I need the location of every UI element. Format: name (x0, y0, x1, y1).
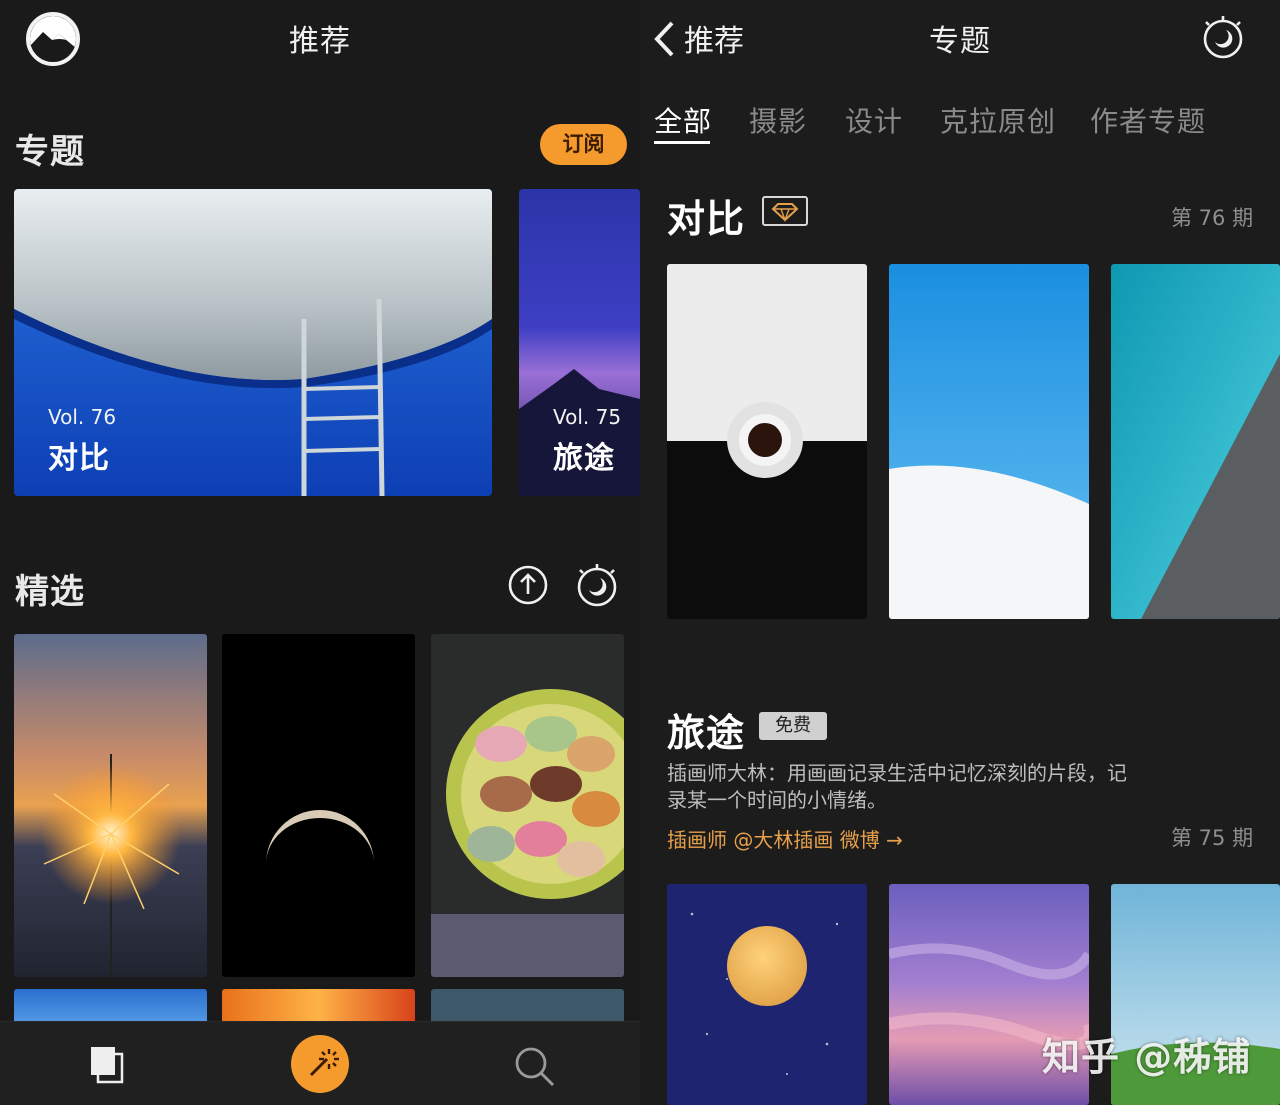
topic-title[interactable]: 旅途 (667, 702, 745, 757)
topic-description: 插画师大林：用画画记录生活中记忆深刻的片段，记录某一个时间的小情绪。 (667, 761, 1127, 812)
free-badge: 免费 (759, 712, 827, 740)
author-link[interactable]: 插画师 @大林插画 微博 → (667, 824, 903, 853)
bottom-tab-bar (0, 1021, 640, 1105)
subscribe-button[interactable]: 订阅 (540, 124, 627, 165)
topic-card-journey[interactable]: Vol. 75 旅途 (519, 189, 640, 496)
wallpaper-snow-sky[interactable] (889, 264, 1089, 619)
issue-number: 第 75 期 (1171, 826, 1254, 850)
tab-author-topics[interactable]: 作者专题 (1090, 100, 1206, 140)
night-timer-icon[interactable] (1200, 14, 1246, 60)
wallpaper-teal-diagonal[interactable] (1111, 264, 1280, 619)
tab-kela-original[interactable]: 克拉原创 (940, 100, 1056, 140)
topic-card-contrast[interactable]: Vol. 76 对比 (14, 189, 492, 496)
wallpaper-coffee-cup[interactable] (667, 264, 867, 619)
topic-card-name: 旅途 (553, 441, 615, 476)
topic-title[interactable]: 对比 (667, 188, 745, 243)
back-button[interactable]: 推荐 (652, 16, 752, 60)
tab-photography[interactable]: 摄影 (749, 100, 807, 140)
wallpaper-thumb-sparkler[interactable] (14, 634, 207, 977)
wallpaper-thumb-macarons[interactable] (431, 634, 624, 977)
diamond-icon (762, 196, 808, 226)
active-tab-indicator (654, 141, 710, 144)
magic-wand-icon[interactable] (291, 1035, 349, 1093)
topic-card-vol: Vol. 76 (48, 405, 117, 429)
topics-section-title: 专题 (15, 132, 85, 172)
issue-number: 第 76 期 (1171, 206, 1254, 230)
watermark: 知乎 @秭铺 (1042, 1035, 1252, 1079)
featured-section-title: 精选 (15, 572, 85, 612)
back-label: 推荐 (684, 24, 744, 59)
tab-design[interactable]: 设计 (845, 100, 903, 140)
search-icon[interactable] (510, 1042, 560, 1092)
tab-all[interactable]: 全部 (654, 100, 712, 140)
mountain-logo-icon[interactable] (26, 12, 80, 66)
page-title: 专题 (929, 24, 991, 59)
home-screen: 推荐 专题 订阅 Vol. 76 对比 Vol. 75 旅途 精选 (0, 0, 640, 1105)
topic-card-vol: Vol. 75 (553, 405, 622, 429)
page-title: 推荐 (289, 24, 351, 59)
wallpaper-thumb-moon[interactable] (222, 634, 415, 977)
upload-icon[interactable] (506, 563, 550, 607)
night-timer-icon[interactable] (574, 562, 618, 607)
wallpaper-full-moon[interactable] (667, 884, 867, 1105)
gallery-icon[interactable] (84, 1042, 134, 1092)
topic-card-name: 对比 (48, 441, 110, 476)
